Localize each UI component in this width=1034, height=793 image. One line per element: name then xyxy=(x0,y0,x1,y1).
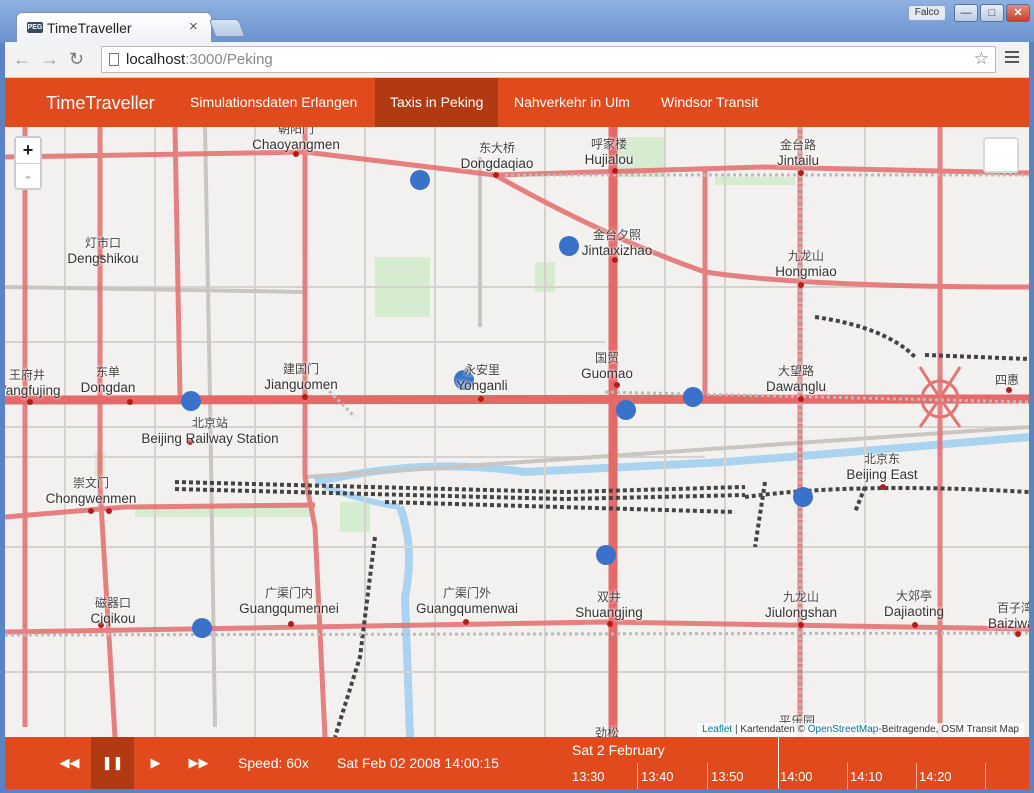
place-label: 大望路 Dawanglu xyxy=(765,364,827,394)
timeline-label: 13:40 xyxy=(641,769,674,784)
place-label: 大郊亭 Dajiaoting xyxy=(883,589,945,619)
page-icon xyxy=(109,53,119,66)
timeline-tick xyxy=(847,763,848,789)
url-text: localhost:3000/Peking xyxy=(126,51,273,68)
timeline-label: 14:10 xyxy=(850,769,883,784)
rewind-button[interactable]: ◀◀ xyxy=(48,737,91,789)
place-label: 广渠门外 Guangqumenwai xyxy=(415,586,519,616)
leaflet-link[interactable]: Leaflet xyxy=(702,724,732,735)
timeline-tick xyxy=(637,763,638,789)
place-label: 金台夕照 Jintaixizhao xyxy=(581,228,653,258)
place-label: 北京站 Beijing Railway Station xyxy=(141,416,279,446)
place-label: 百子湾Baiziwan xyxy=(987,601,1029,631)
place-label: 建国门 Jianguomen xyxy=(264,362,338,392)
timeline-tick xyxy=(916,763,917,789)
timeline-tick xyxy=(985,763,986,789)
reload-icon[interactable]: ↻ xyxy=(69,49,84,70)
nav-taxis-in-peking[interactable]: Taxis in Peking xyxy=(375,78,499,127)
maximize-button[interactable]: □ xyxy=(980,4,1004,22)
osm-link[interactable]: OpenStreetMap xyxy=(808,724,879,735)
bookmark-star-icon[interactable]: ☆ xyxy=(974,49,989,69)
nav-simulationsdaten-erlangen[interactable]: Simulationsdaten Erlangen xyxy=(175,78,372,127)
map-view[interactable]: 朝阳门 Chaoyangmen 东大桥 Dongdaqiao 呼家楼 Hujialou… xyxy=(5,127,1029,737)
timeline-label: 13:50 xyxy=(711,769,744,784)
place-label: 劲松 xyxy=(594,726,620,737)
taxi-marker xyxy=(410,170,430,190)
minimize-button[interactable]: — xyxy=(954,4,978,22)
place-label: 灯市口 Dengshikou xyxy=(67,236,139,266)
place-label: 崇文门 Chongwenmen xyxy=(45,476,137,506)
timeline-current-marker[interactable] xyxy=(778,737,779,789)
tab-close-icon[interactable]: × xyxy=(189,18,198,35)
zoom-control: + - xyxy=(14,136,42,190)
back-icon[interactable]: ← xyxy=(13,49,31,70)
pause-button[interactable]: ❚❚ xyxy=(91,737,134,789)
title-bar: PEG TimeTraveller × Falco — □ ✕ xyxy=(0,0,1034,42)
app-navbar: TimeTraveller Simulationsdaten Erlangen … xyxy=(5,78,1029,127)
fast-forward-button[interactable]: ▶▶ xyxy=(177,737,220,789)
place-label: 东大桥 Dongdaqiao xyxy=(460,141,534,171)
timeline-label: 13:30 xyxy=(572,769,605,784)
current-time: Sat Feb 02 2008 14:00:15 xyxy=(337,755,499,771)
place-label: 双井 Shuangjing xyxy=(575,590,643,620)
taxi-marker xyxy=(616,400,636,420)
place-label: 九龙山 Jiulongshan xyxy=(764,590,838,620)
place-label: 王府井Wangfujing xyxy=(5,368,61,398)
browser-menu-icon[interactable] xyxy=(1005,51,1019,66)
zoom-in-button[interactable]: + xyxy=(16,138,40,163)
address-bar[interactable]: localhost:3000/Peking ☆ xyxy=(101,46,996,73)
play-button[interactable]: ▶ xyxy=(134,737,177,789)
app-brand[interactable]: TimeTraveller xyxy=(46,93,155,114)
close-window-button[interactable]: ✕ xyxy=(1006,4,1030,22)
place-label: 国贸 Guomao xyxy=(581,351,633,381)
nav-windsor-transit[interactable]: Windsor Transit xyxy=(646,78,773,127)
user-profile-badge[interactable]: Falco xyxy=(908,5,946,21)
map-attribution: Leaflet | Kartendaten © OpenStreetMap-Be… xyxy=(697,723,1024,737)
new-tab-button[interactable] xyxy=(208,19,246,37)
taxi-marker xyxy=(683,387,703,407)
forward-icon[interactable]: → xyxy=(41,49,59,70)
browser-window: PEG TimeTraveller × Falco — □ ✕ ← → ↻ lo… xyxy=(0,0,1034,793)
timeline-date: Sat 2 February xyxy=(572,742,665,758)
browser-tab[interactable]: PEG TimeTraveller × xyxy=(16,12,212,42)
zoom-out-button[interactable]: - xyxy=(16,163,40,188)
place-label: 九龙山 Hongmiao xyxy=(775,249,837,279)
place-label: 四惠 xyxy=(994,373,1020,387)
tab-title: TimeTraveller xyxy=(47,20,132,36)
taxi-marker xyxy=(596,545,616,565)
nav-nahverkehr-in-ulm[interactable]: Nahverkehr in Ulm xyxy=(499,78,645,127)
layers-control-button[interactable] xyxy=(983,137,1019,173)
place-label: 永安里 Yonganli xyxy=(456,363,508,393)
taxi-marker xyxy=(181,391,201,411)
speed-indicator: Speed: 60x xyxy=(238,755,309,771)
taxi-marker xyxy=(192,618,212,638)
timeline-label: 14:00 xyxy=(780,769,813,784)
favicon-icon: PEG xyxy=(27,22,43,33)
taxi-marker xyxy=(559,236,579,256)
browser-toolbar: ← → ↻ localhost:3000/Peking ☆ xyxy=(5,42,1029,78)
place-label: 广渠门内 Guangqumennei xyxy=(239,586,339,616)
place-label: 金台路 Jintailu xyxy=(776,138,820,168)
place-label: 呼家楼 Hujialou xyxy=(584,137,634,167)
playback-bar: ◀◀ ❚❚ ▶ ▶▶ Speed: 60x Sat Feb 02 2008 14… xyxy=(5,737,1029,789)
place-label: 北京东 Beijing East xyxy=(846,452,918,482)
timeline-label: 14:20 xyxy=(919,769,952,784)
taxi-marker xyxy=(793,487,813,507)
place-label: 朝阳门 Chaoyangmen xyxy=(252,127,340,152)
window-border xyxy=(0,789,1034,793)
place-label: 磁器口 Ciqikou xyxy=(90,596,136,626)
place-label: 东单 Dongdan xyxy=(80,365,136,395)
timeline-tick xyxy=(707,763,708,789)
